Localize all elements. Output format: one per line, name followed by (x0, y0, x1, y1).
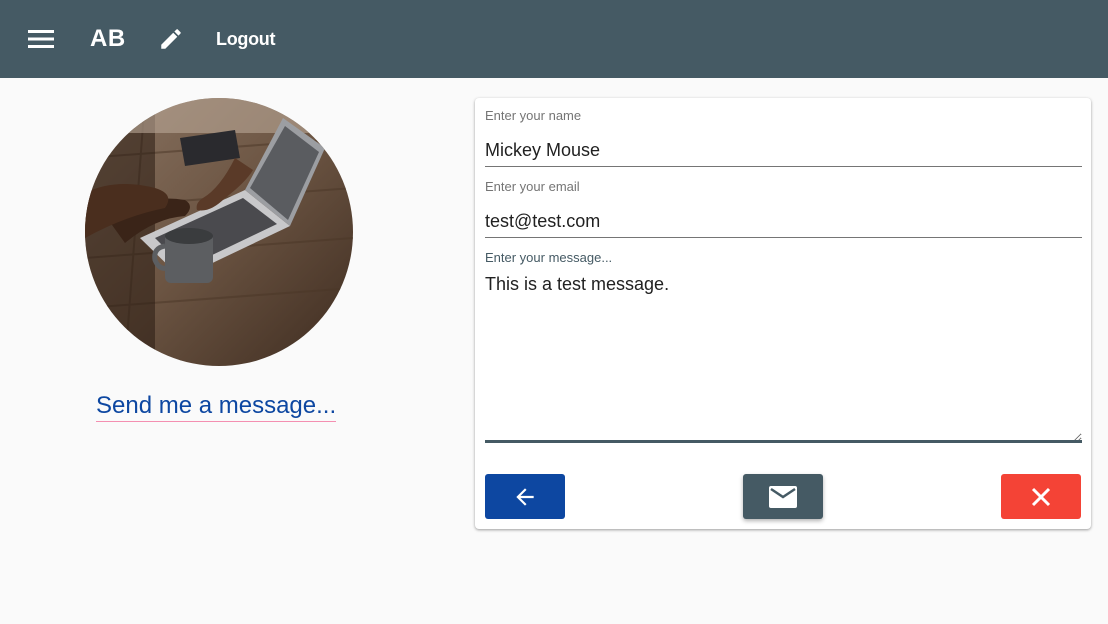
message-underline (485, 440, 1082, 443)
edit-button[interactable] (154, 22, 188, 56)
top-toolbar: AB Logout (0, 0, 1108, 78)
arrow-left-icon (516, 487, 534, 506)
name-label: Enter your name (485, 108, 582, 123)
email-field: Enter your email (485, 179, 1082, 238)
send-message-link[interactable]: Send me a message... (96, 391, 337, 422)
email-input[interactable] (485, 209, 1082, 233)
message-field: Enter your message... This is a test mes… (485, 250, 1082, 445)
menu-button[interactable] (24, 23, 58, 55)
name-input[interactable] (485, 138, 1082, 162)
contact-form-card: Enter your name Enter your email Enter y… (475, 98, 1091, 529)
name-field: Enter your name (485, 108, 1082, 167)
send-button[interactable] (743, 474, 823, 519)
mail-icon (769, 485, 797, 508)
logout-link[interactable]: Logout (216, 28, 275, 50)
name-underline (485, 166, 1082, 167)
back-button[interactable] (485, 474, 565, 519)
menu-icon (28, 30, 54, 48)
message-textarea[interactable]: This is a test message. (485, 272, 1082, 442)
close-icon (1031, 487, 1051, 506)
close-button[interactable] (1001, 474, 1081, 519)
message-label: Enter your message... (485, 250, 613, 265)
email-underline (485, 237, 1082, 238)
pencil-icon (161, 29, 181, 49)
profile-photo (85, 98, 353, 366)
brand-logo[interactable]: AB (90, 24, 126, 54)
email-label: Enter your email (485, 179, 580, 194)
